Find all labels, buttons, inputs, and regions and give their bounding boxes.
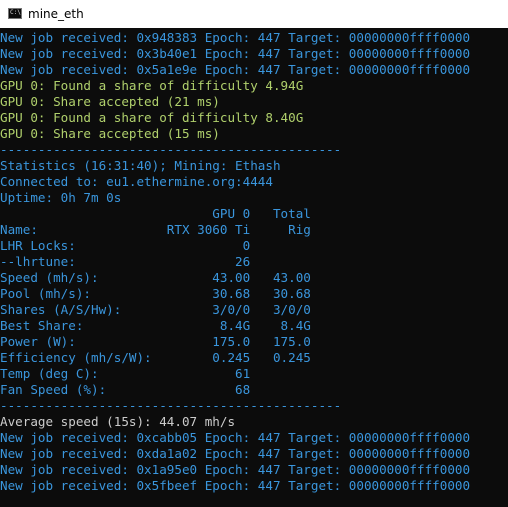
- connection-status: Connected to: eu1.ethermine.org:4444: [0, 174, 273, 189]
- log-line-share-found: GPU 0: Found a share of difficulty 4.94G: [0, 78, 304, 93]
- window-title: mine_eth: [28, 7, 84, 21]
- stats-row-lhr-locks: LHR Locks: 0: [0, 238, 251, 253]
- stats-row-fan-speed: Fan Speed (%): 68: [0, 382, 251, 397]
- stats-row-efficiency: Efficiency (mh/s/W): 0.245 0.245: [0, 350, 311, 365]
- console-app-icon[interactable]: C:\: [8, 8, 22, 19]
- stats-table-header: GPU 0 Total: [0, 206, 311, 221]
- statistics-header: Statistics (16:31:40); Mining: Ethash: [0, 158, 281, 173]
- log-line-new-job: New job received: 0xda1a02 Epoch: 447 Ta…: [0, 446, 471, 461]
- log-line-new-job: New job received: 0x5fbeef Epoch: 447 Ta…: [0, 478, 471, 493]
- log-line-share-found: GPU 0: Found a share of difficulty 8.40G: [0, 110, 304, 125]
- separator-line: ----------------------------------------…: [0, 142, 342, 157]
- stats-row-pool: Pool (mh/s): 30.68 30.68: [0, 286, 311, 301]
- uptime-line: Uptime: 0h 7m 0s: [0, 190, 122, 205]
- console-icon-glyph: C:\: [10, 9, 21, 16]
- stats-row-speed: Speed (mh/s): 43.00 43.00: [0, 270, 311, 285]
- stats-row-lhrtune: --lhrtune: 26: [0, 254, 251, 269]
- log-line-new-job: New job received: 0xcabb05 Epoch: 447 Ta…: [0, 430, 471, 445]
- log-line-new-job: New job received: 0x3b40e1 Epoch: 447 Ta…: [0, 46, 471, 61]
- log-line-new-job: New job received: 0x5a1e9e Epoch: 447 Ta…: [0, 62, 471, 77]
- log-line-new-job: New job received: 0x1a95e0 Epoch: 447 Ta…: [0, 462, 471, 477]
- average-speed-line: Average speed (15s): 44.07 mh/s: [0, 414, 236, 429]
- title-bar[interactable]: C:\ mine_eth: [0, 0, 508, 28]
- console-window: C:\ mine_eth New job received: 0x948383 …: [0, 0, 508, 507]
- stats-row-name: Name: RTX 3060 Ti Rig: [0, 222, 311, 237]
- log-line-share-accepted: GPU 0: Share accepted (15 ms): [0, 126, 220, 141]
- stats-row-power: Power (W): 175.0 175.0: [0, 334, 311, 349]
- terminal-output[interactable]: New job received: 0x948383 Epoch: 447 Ta…: [0, 28, 508, 507]
- stats-row-shares: Shares (A/S/Hw): 3/0/0 3/0/0: [0, 302, 311, 317]
- stats-row-temp: Temp (deg C): 61: [0, 366, 251, 381]
- log-line-new-job: New job received: 0x948383 Epoch: 447 Ta…: [0, 30, 471, 45]
- separator-line: ----------------------------------------…: [0, 398, 342, 413]
- stats-row-best-share: Best Share: 8.4G 8.4G: [0, 318, 311, 333]
- log-line-share-accepted: GPU 0: Share accepted (21 ms): [0, 94, 220, 109]
